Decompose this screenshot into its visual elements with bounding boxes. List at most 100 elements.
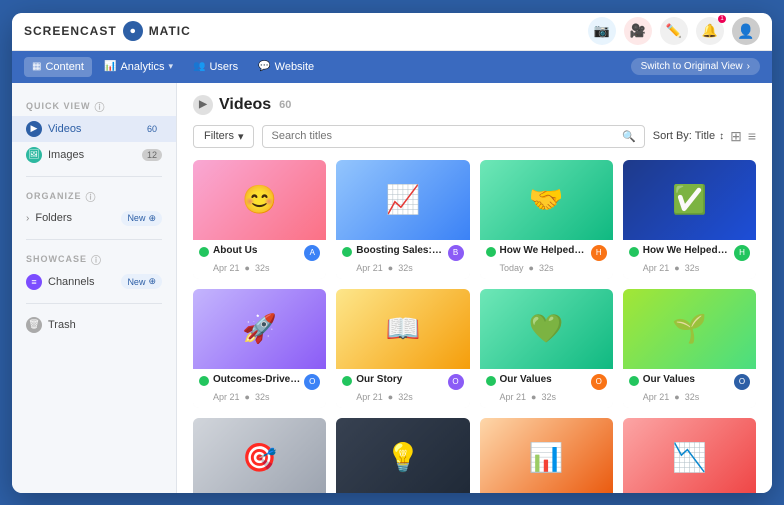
organize-info-icon: ⓘ (86, 189, 97, 204)
nav-users-label: Users (209, 61, 238, 73)
images-icon: 🖼 (26, 147, 42, 163)
channels-new-label: New (127, 277, 145, 287)
thumb-emoji: 😊 (242, 183, 277, 216)
video-meta: Apr 21 ● 32s (629, 263, 750, 273)
sidebar-item-images[interactable]: 🖼 Images 12 (12, 142, 176, 168)
video-avatar: H (734, 245, 750, 261)
notification-icon[interactable]: 🔔 1 (696, 17, 724, 45)
sort-label: Sort By: Title (653, 130, 715, 142)
video-card[interactable]: 📉 The Numbers: Young... T Apr 21 ● 32s (623, 418, 756, 493)
trash-label: Trash (48, 319, 162, 331)
search-input[interactable] (271, 130, 616, 142)
avatar-initial: B (453, 248, 458, 257)
video-status-dot (486, 247, 496, 257)
video-card[interactable]: 😊 About Us A Apr 21 ● 32s (193, 160, 326, 279)
camera-icon[interactable]: 📷 (588, 17, 616, 45)
video-status-dot (342, 247, 352, 257)
avatar[interactable]: 👤 (732, 17, 760, 45)
video-meta: Today ● 32s (486, 263, 607, 273)
video-thumbnail: 💚 (480, 289, 613, 369)
users-icon: 👥 (193, 61, 205, 72)
thumb-emoji: 🚀 (242, 312, 277, 345)
video-status-dot (199, 247, 209, 257)
video-card[interactable]: 📊 The Numbers: Young... T Apr 21 ● 32s (480, 418, 613, 493)
video-title-row: Our Values O (486, 374, 607, 390)
organize-label: ORGANIZE ⓘ (12, 185, 176, 206)
video-card[interactable]: 📈 Boosting Sales: X&Co B Apr 21 ● 32s (336, 160, 469, 279)
nav-content[interactable]: ▦ Content (24, 57, 92, 77)
content-count: 60 (279, 99, 291, 111)
videos-icon: ▶ (26, 121, 42, 137)
list-view-button[interactable]: ≡ (748, 128, 756, 144)
thumb-emoji: 📊 (529, 441, 564, 474)
edit-icon[interactable]: ✏️ (660, 17, 688, 45)
filters-chevron: ▾ (238, 130, 244, 143)
nav-users[interactable]: 👥 Users (185, 57, 246, 77)
video-title-row: How We Helped X&Co H (486, 245, 607, 261)
video-card[interactable]: 🎯 Principles We Stand By... P Apr 21 ● 3… (193, 418, 326, 493)
sidebar-item-channels[interactable]: ≡ Channels New ⊕ (12, 269, 176, 295)
folders-new-button[interactable]: New ⊕ (121, 211, 162, 226)
switch-view-label: Switch to Original View (641, 61, 743, 72)
video-card[interactable]: 🤝 How We Helped X&Co H Today ● 32s (480, 160, 613, 279)
sidebar-item-videos[interactable]: ▶ Videos 60 (12, 116, 176, 142)
video-card[interactable]: 📖 Our Story O Apr 21 ● 32s (336, 289, 469, 408)
quick-view-info-icon: ⓘ (95, 99, 106, 114)
nav-analytics[interactable]: 📊 Analytics ▾ (96, 57, 181, 77)
video-title: How We Helped X&Co (500, 245, 587, 256)
thumb-emoji: 🌱 (672, 312, 707, 345)
video-card[interactable]: 🌱 Our Values O Apr 21 ● 32s (623, 289, 756, 408)
video-info: Our Values O Apr 21 ● 32s (480, 369, 613, 408)
video-thumbnail: 😊 (193, 160, 326, 240)
avatar-initial: A (310, 248, 315, 257)
toolbar: Filters ▾ 🔍 Sort By: Title ↕ ⊞ ≡ (193, 125, 756, 148)
thumb-emoji: 💚 (529, 312, 564, 345)
channels-new-button[interactable]: New ⊕ (121, 274, 162, 289)
new-label: New (127, 213, 145, 223)
sidebar-divider-3 (26, 303, 162, 304)
search-icon: 🔍 (622, 130, 636, 143)
sort-button[interactable]: Sort By: Title ↕ (653, 130, 724, 142)
video-thumbnail: 🤝 (480, 160, 613, 240)
website-icon: 💬 (258, 61, 270, 72)
video-thumbnail: 📈 (336, 160, 469, 240)
sidebar-item-trash[interactable]: 🗑 Trash (12, 312, 176, 338)
video-card[interactable]: 💡 Sales Lift: Merriwe... S Apr 21 ● 32s (336, 418, 469, 493)
video-card[interactable]: 💚 Our Values O Apr 21 ● 32s (480, 289, 613, 408)
video-avatar: B (448, 245, 464, 261)
sidebar-divider-1 (26, 176, 162, 177)
video-title-row: Our Values O (629, 374, 750, 390)
search-box[interactable]: 🔍 (262, 125, 644, 148)
title-bar-actions: 📷 🎥 ✏️ 🔔 1 👤 (588, 17, 760, 45)
avatar-initial: O (739, 377, 745, 386)
main-layout: QUICK VIEW ⓘ ▶ Videos 60 🖼 Images 12 ORG… (12, 83, 772, 493)
sidebar-item-folders[interactable]: › Folders New ⊕ (12, 206, 176, 231)
video-avatar: O (734, 374, 750, 390)
video-meta: Apr 21 ● 32s (342, 263, 463, 273)
video-thumbnail: 🎯 (193, 418, 326, 493)
switch-view-arrow: › (747, 61, 750, 72)
nav-website[interactable]: 💬 Website (250, 57, 322, 77)
video-title: How We Helped X&Co (643, 245, 730, 256)
record-icon[interactable]: 🎥 (624, 17, 652, 45)
channels-label: Channels (48, 276, 115, 288)
video-card[interactable]: ✅ How We Helped X&Co H Apr 21 ● 32s (623, 160, 756, 279)
avatar-initial: H (739, 248, 745, 257)
quick-view-label: QUICK VIEW ⓘ (12, 95, 176, 116)
thumb-emoji: 🎯 (242, 441, 277, 474)
logo-text: SCREENCAST (24, 24, 117, 38)
video-card[interactable]: 🚀 Outcomes-Driven Ap... O Apr 21 ● 32s (193, 289, 326, 408)
video-info: Boosting Sales: X&Co B Apr 21 ● 32s (336, 240, 469, 279)
nav-website-label: Website (275, 61, 315, 73)
switch-view-button[interactable]: Switch to Original View › (631, 58, 760, 75)
video-thumbnail: ✅ (623, 160, 756, 240)
filters-button[interactable]: Filters ▾ (193, 125, 254, 148)
video-avatar: H (591, 245, 607, 261)
content-icon: ▦ (32, 61, 41, 72)
video-avatar: O (448, 374, 464, 390)
video-thumbnail: 💡 (336, 418, 469, 493)
video-title: About Us (213, 245, 300, 256)
channels-plus-icon: ⊕ (148, 276, 156, 287)
folders-label: Folders (35, 212, 115, 224)
grid-view-button[interactable]: ⊞ (730, 128, 742, 145)
